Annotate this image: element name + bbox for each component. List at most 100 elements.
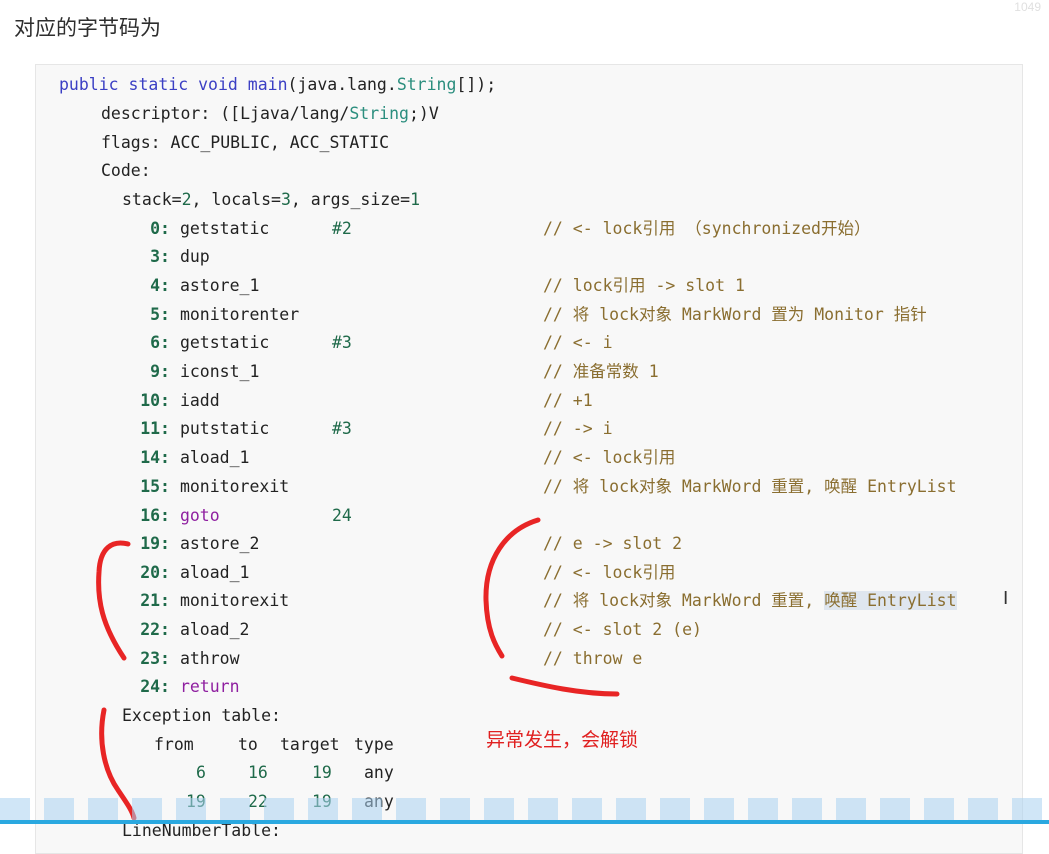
instruction-line: 11: putstatic — [134, 415, 269, 443]
descriptor-line: descriptor: ([Ljava/lang/String;)V — [101, 100, 439, 128]
instruction-opcode: aload_1 — [179, 563, 250, 582]
instruction-opcode: putstatic — [179, 419, 270, 438]
instruction-line: 0: getstatic — [134, 215, 269, 243]
exception-table-header-to: to — [238, 735, 258, 754]
kw-void: void — [198, 75, 238, 94]
instruction-index: 3: — [150, 247, 170, 266]
instruction-line: 4: astore_1 — [134, 272, 259, 300]
instruction-comment: // -> i — [543, 419, 613, 438]
exception-table-label: Exception table: — [122, 706, 281, 725]
instruction-comment: // 将 lock对象 MarkWord 重置, 唤醒 EntryList — [543, 587, 957, 615]
instruction-opcode: aload_2 — [179, 620, 250, 639]
instruction-opcode: monitorenter — [179, 305, 300, 324]
instruction-index: 24: — [140, 677, 170, 696]
instruction-line: 16: goto — [134, 502, 220, 530]
method-signature: public static void main(java.lang.String… — [59, 71, 496, 99]
flags-line: flags: ACC_PUBLIC, ACC_STATIC — [101, 133, 390, 152]
instruction-comment: // <- lock引用 — [543, 448, 676, 467]
instruction-opcode: getstatic — [179, 219, 270, 238]
instruction-index: 22: — [140, 620, 170, 639]
instruction-line: 6: getstatic — [134, 329, 269, 357]
watermark: 1049 — [1014, 0, 1041, 14]
instruction-opcode: monitorexit — [179, 477, 290, 496]
instruction-comment: // <- slot 2 (e) — [543, 620, 702, 639]
instruction-opcode: iconst_1 — [179, 362, 260, 381]
method-params-pre: (java.lang. — [287, 75, 397, 94]
instruction-index: 15: — [140, 477, 170, 496]
method-name: main — [247, 75, 288, 94]
instruction-opcode: getstatic — [179, 333, 270, 352]
descriptor-label: descriptor: ([Ljava/lang/ — [101, 104, 350, 123]
instruction-opcode: return — [179, 677, 240, 696]
instruction-line: 19: astore_2 — [134, 530, 259, 558]
exception-cell: 16 — [248, 763, 268, 782]
instruction-comment: // 将 lock对象 MarkWord 重置, 唤醒 EntryList — [543, 477, 957, 496]
instruction-line: 3: dup — [134, 243, 210, 271]
method-param-type: String — [396, 75, 457, 94]
instruction-comment: // 准备常数 1 — [543, 362, 659, 381]
instruction-line: 5: monitorenter — [134, 301, 299, 329]
instruction-index: 11: — [140, 419, 170, 438]
instruction-index: 9: — [150, 362, 170, 381]
selected-text[interactable]: 唤醒 EntryList — [824, 591, 957, 610]
instruction-line: 10: iadd — [134, 387, 220, 415]
bottom-bar — [0, 820, 1049, 824]
text-cursor-icon: I — [1003, 588, 1009, 609]
instruction-index: 19: — [140, 534, 170, 553]
instruction-comment: // +1 — [543, 391, 593, 410]
instruction-line: 15: monitorexit — [134, 473, 289, 501]
instruction-comment: // e -> slot 2 — [543, 534, 683, 553]
exception-table-header-target: target — [280, 735, 340, 754]
locals-key: , locals= — [191, 190, 281, 209]
instruction-line: 9: iconst_1 — [134, 358, 259, 386]
exception-cell: any — [364, 763, 394, 782]
instruction-index: 0: — [150, 219, 170, 238]
kw-public: public — [59, 75, 119, 94]
instruction-line: 14: aload_1 — [134, 444, 249, 472]
comment-part: // 将 lock对象 MarkWord 重置, — [543, 591, 825, 610]
instruction-index: 20: — [140, 563, 170, 582]
instruction-comment: // lock引用 -> slot 1 — [543, 276, 745, 295]
instruction-opcode: dup — [179, 247, 210, 266]
exception-cell: 6 — [196, 763, 206, 782]
descriptor-tail: ;)V — [408, 104, 439, 123]
stack-value: 2 — [181, 190, 192, 209]
instruction-opcode: iadd — [179, 391, 220, 410]
instruction-comment: // 将 lock对象 MarkWord 置为 Monitor 指针 — [543, 305, 927, 324]
instruction-opcode: athrow — [179, 649, 240, 668]
page-title: 对应的字节码为 — [14, 17, 161, 40]
kw-static: static — [128, 75, 189, 94]
instruction-index: 16: — [140, 506, 170, 525]
instruction-arg: 24 — [332, 506, 352, 525]
exception-table-header-from: from — [154, 735, 194, 754]
method-params-post: []); — [456, 75, 497, 94]
descriptor-type: String — [349, 104, 409, 123]
instruction-opcode: astore_1 — [179, 276, 260, 295]
instruction-index: 23: — [140, 649, 170, 668]
instruction-index: 4: — [150, 276, 170, 295]
exception-cell: 19 — [312, 763, 332, 782]
instruction-index: 10: — [140, 391, 170, 410]
instruction-opcode: goto — [179, 506, 220, 525]
instruction-opcode: monitorexit — [179, 591, 290, 610]
instruction-line: 21: monitorexit — [134, 587, 289, 615]
instruction-comment: // <- lock引用 — [543, 563, 676, 582]
instruction-comment: // <- lock引用 （synchronized开始） — [543, 219, 871, 238]
exception-table-header-type: type — [354, 735, 394, 754]
instruction-index: 6: — [150, 333, 170, 352]
instruction-line: 24: return — [134, 673, 240, 701]
instruction-arg: #3 — [332, 419, 352, 438]
instruction-comment: // <- i — [543, 333, 613, 352]
instruction-index: 21: — [140, 591, 170, 610]
instruction-arg: #2 — [332, 219, 352, 238]
args-size-key: , args_size= — [290, 190, 411, 209]
locals-value: 3 — [280, 190, 291, 209]
stack-line: stack=2, locals=3, args_size=1 — [122, 186, 420, 214]
annotation-text: 异常发生，会解锁 — [486, 730, 639, 751]
instruction-line: 23: athrow — [134, 645, 240, 673]
instruction-index: 5: — [150, 305, 170, 324]
code-label: Code: — [101, 161, 151, 180]
instruction-opcode: astore_2 — [179, 534, 260, 553]
instruction-opcode: aload_1 — [179, 448, 250, 467]
instruction-line: 22: aload_2 — [134, 616, 249, 644]
